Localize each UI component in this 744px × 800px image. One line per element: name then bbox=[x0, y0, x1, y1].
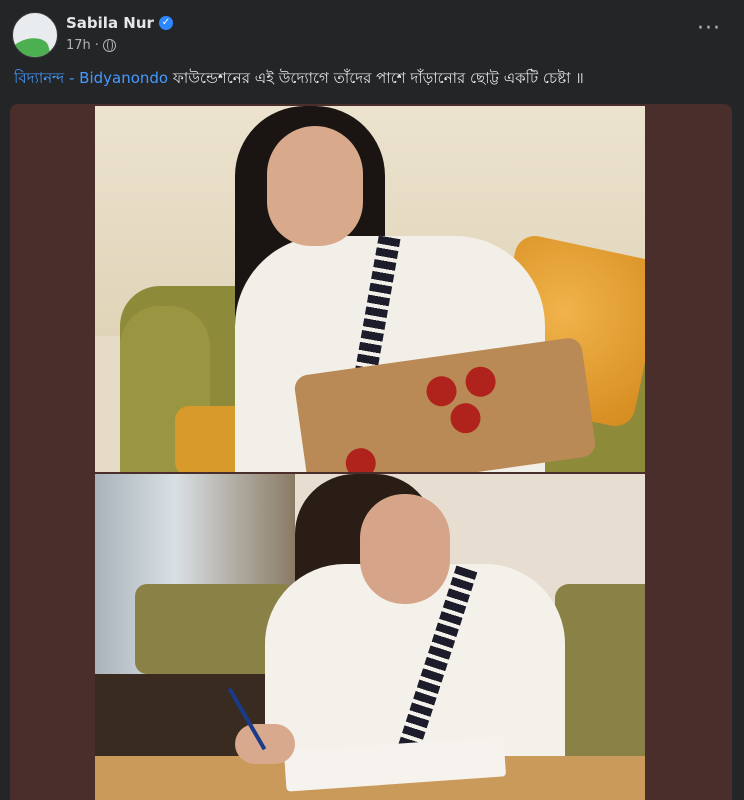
avatar-image bbox=[13, 34, 52, 57]
post-header: Sabila Nur ✓ 17h · ··· bbox=[12, 12, 732, 60]
post-caption: বিদ্যানন্দ - Bidyanondo ফাউন্ডেশনের এই উ… bbox=[14, 68, 730, 88]
more-horizontal-icon: ··· bbox=[697, 16, 721, 41]
more-options-button[interactable]: ··· bbox=[694, 18, 724, 46]
post-media[interactable] bbox=[10, 104, 732, 800]
photo-writing-woman[interactable] bbox=[95, 474, 645, 800]
photo-seated-woman[interactable] bbox=[95, 106, 645, 472]
post-card: Sabila Nur ✓ 17h · ··· বিদ্যানন্দ - Bidy… bbox=[0, 0, 744, 800]
author-name-row: Sabila Nur ✓ bbox=[66, 14, 173, 32]
verified-check-icon: ✓ bbox=[158, 16, 173, 30]
author-name[interactable]: Sabila Nur bbox=[66, 14, 154, 32]
separator-dot: · bbox=[94, 38, 99, 53]
post-time[interactable]: 17h bbox=[66, 38, 91, 53]
caption-text: ফাউন্ডেশনের এই উদ্যোগে তাঁদের পাশে দাঁড়… bbox=[168, 69, 584, 87]
avatar[interactable] bbox=[12, 12, 58, 58]
globe-icon[interactable] bbox=[102, 39, 116, 52]
caption-mention-link[interactable]: বিদ্যানন্দ - Bidyanondo bbox=[14, 69, 168, 87]
post-meta: 17h · bbox=[66, 38, 116, 53]
